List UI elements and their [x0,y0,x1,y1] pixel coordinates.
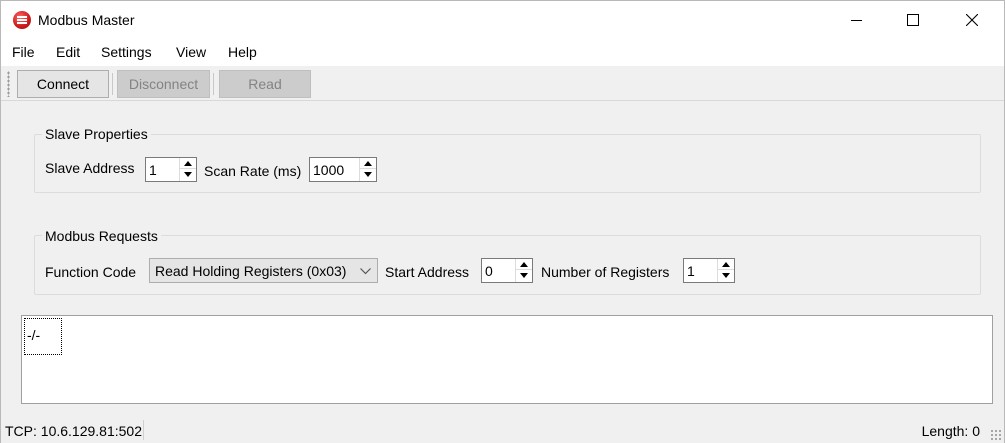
main-window: Modbus Master File Edit Settings View He… [0,0,1005,443]
title-bar: Modbus Master [1,1,1004,39]
arrow-up-icon [364,161,372,166]
arrow-down-icon [364,172,372,177]
spin-up-button[interactable] [360,158,376,169]
spin-down-button[interactable] [180,169,196,180]
output-grid[interactable]: -/- [21,315,993,404]
maximize-button[interactable] [890,1,936,39]
modbus-requests-title: Modbus Requests [42,228,161,244]
menu-file[interactable]: File [12,44,35,60]
output-cell[interactable]: -/- [24,318,62,355]
spin-down-button[interactable] [718,270,734,281]
close-button[interactable] [949,1,995,39]
slave-address-value: 1 [149,162,157,178]
status-divider [143,420,144,440]
window-title: Modbus Master [38,12,135,28]
read-button[interactable]: Read [219,70,311,98]
spin-down-button[interactable] [516,270,532,281]
connect-button[interactable]: Connect [17,70,109,98]
status-bar: TCP: 10.6.129.81:502 Length: 0 [1,417,1004,443]
chevron-down-icon [360,268,371,275]
modbus-app-icon [13,11,31,29]
scan-rate-value: 1000 [313,162,345,178]
number-of-registers-spinbox[interactable]: 1 [683,258,735,283]
menu-edit[interactable]: Edit [56,44,80,60]
toolbar-separator [213,73,214,95]
maximize-icon [907,14,919,26]
arrow-up-icon [520,262,528,267]
slave-properties-title: Slave Properties [42,126,151,142]
start-address-label: Start Address [385,264,470,280]
arrow-up-icon [722,262,730,267]
function-code-dropdown[interactable]: Read Holding Registers (0x03) [149,258,378,283]
arrow-down-icon [520,273,528,278]
toolbar-grip[interactable] [7,71,10,97]
menu-view[interactable]: View [176,44,206,60]
menu-bar: File Edit Settings View Help [1,39,1004,66]
minimize-icon [851,20,862,21]
arrow-down-icon [722,273,730,278]
output-cell-text: -/- [27,327,41,343]
menu-help[interactable]: Help [228,44,257,60]
spin-up-button[interactable] [516,259,532,270]
start-address-value: 0 [485,263,493,279]
menu-settings[interactable]: Settings [101,44,152,60]
scan-rate-spinbox[interactable]: 1000 [309,157,377,182]
disconnect-button[interactable]: Disconnect [117,70,210,98]
number-of-registers-value: 1 [687,263,695,279]
slave-address-spinbox[interactable]: 1 [145,157,197,182]
arrow-down-icon [184,172,192,177]
resize-grip[interactable] [990,429,1002,441]
toolbar-separator [112,73,113,95]
function-code-label: Function Code [45,264,137,280]
length-status: Length: 0 [921,423,980,439]
spin-up-button[interactable] [718,259,734,270]
arrow-up-icon [184,161,192,166]
connection-status: TCP: 10.6.129.81:502 [5,423,142,439]
close-icon [966,14,978,26]
spin-down-button[interactable] [360,169,376,180]
function-code-value: Read Holding Registers (0x03) [155,263,347,279]
minimize-button[interactable] [834,1,880,39]
spin-up-button[interactable] [180,158,196,169]
toolbar: Connect Disconnect Read [1,67,1004,101]
scan-rate-label: Scan Rate (ms) [204,163,302,179]
slave-address-label: Slave Address [45,160,135,176]
start-address-spinbox[interactable]: 0 [481,258,533,283]
number-of-registers-label: Number of Registers [541,264,670,280]
